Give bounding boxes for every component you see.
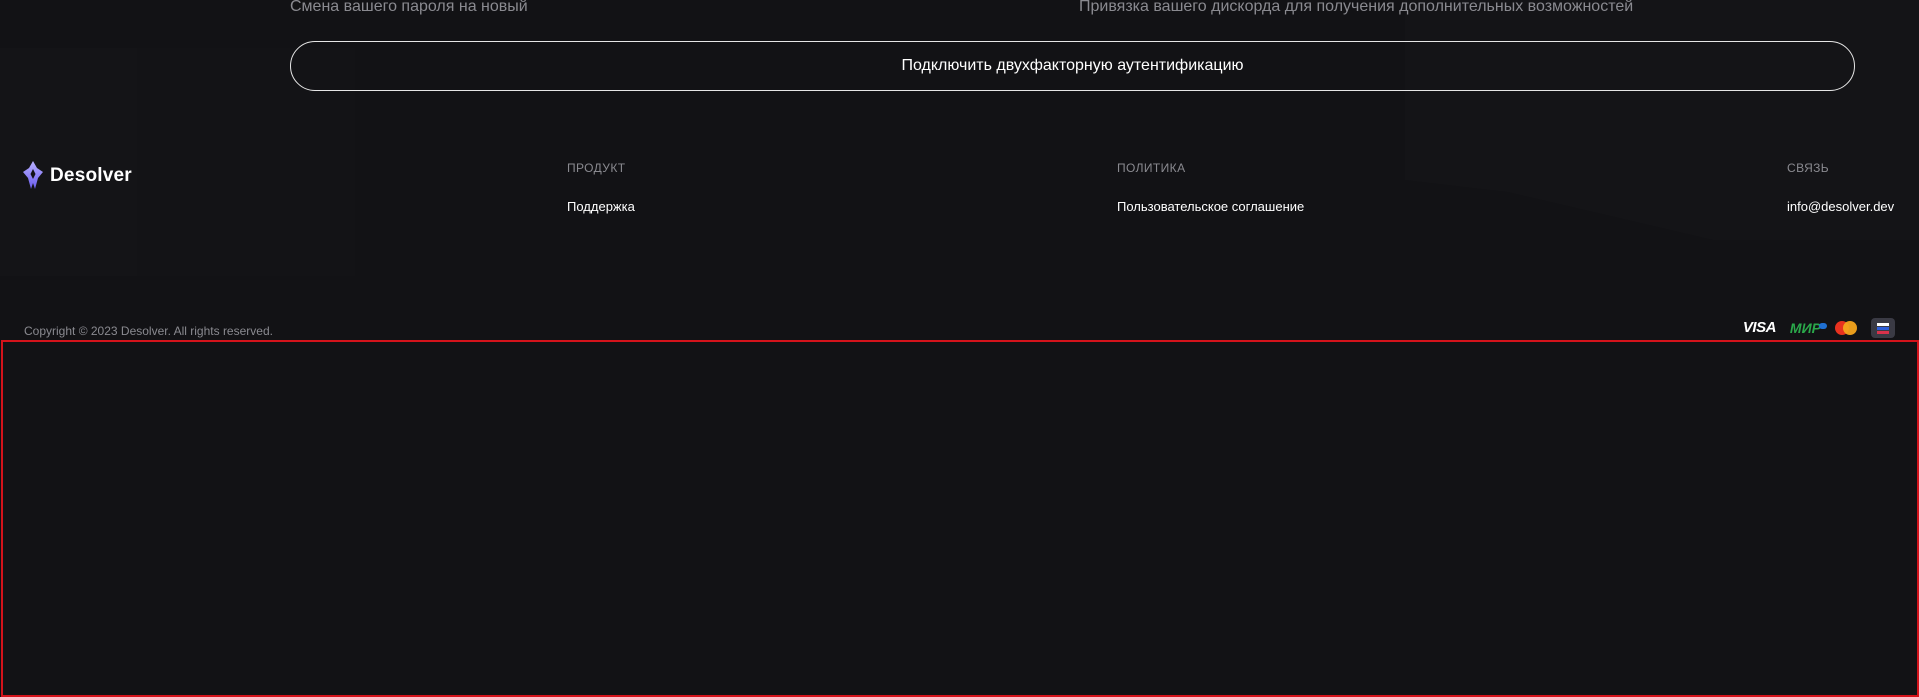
footer-column-heading: ПРОДУКТ: [567, 161, 626, 175]
copyright-text: Copyright © 2023 Desolver. All rights re…: [24, 324, 273, 338]
security-descriptions: Смена вашего пароля на новый Привязка ва…: [290, 0, 1857, 18]
discord-link-description: Привязка вашего дискорда для получения д…: [1079, 0, 1634, 15]
mastercard-icon: [1835, 321, 1857, 335]
enable-2fa-button[interactable]: Подключить двухфакторную аутентификацию: [290, 41, 1855, 91]
brand-name: Desolver: [50, 164, 132, 186]
footer-link-support[interactable]: Поддержка: [567, 199, 635, 214]
footer-link-user-agreement[interactable]: Пользовательское соглашение: [1117, 199, 1304, 214]
visa-icon: VISA: [1742, 319, 1777, 336]
sbp-icon: [1871, 318, 1895, 338]
highlighted-empty-region: [1, 340, 1919, 697]
footer-column-heading: СВЯЗЬ: [1787, 161, 1830, 175]
footer-column-product: ПРОДУКТ Поддержка: [567, 161, 635, 214]
footer-column-contact: СВЯЗЬ info@desolver.dev: [1787, 161, 1894, 214]
footer-column-policy: ПОЛИТИКА Пользовательское соглашение: [1117, 161, 1304, 214]
payment-methods: VISA МИР: [1743, 318, 1895, 338]
mir-label: МИР: [1789, 320, 1821, 336]
footer-link-email[interactable]: info@desolver.dev: [1787, 199, 1894, 214]
mir-icon: МИР: [1789, 318, 1827, 338]
password-change-description: Смена вашего пароля на новый: [290, 0, 528, 15]
footer-column-heading: ПОЛИТИКА: [1117, 161, 1186, 175]
footer-logo[interactable]: Desolver: [22, 161, 132, 190]
desolver-logo-icon: [23, 161, 43, 189]
page: Смена вашего пароля на новый Привязка ва…: [0, 0, 1919, 697]
